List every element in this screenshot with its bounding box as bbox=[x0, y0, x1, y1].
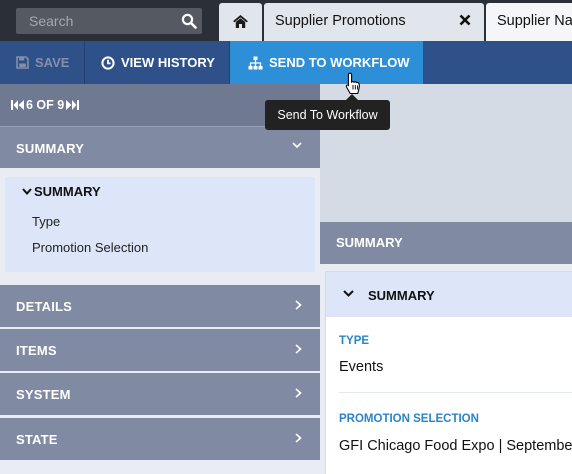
save-button[interactable]: SAVE bbox=[16, 41, 69, 84]
top-bar: Search Supplier Promotions Supplier Na bbox=[0, 0, 572, 41]
tab-supplier-name[interactable]: Supplier Na bbox=[486, 3, 572, 41]
summary-outline: SUMMARY Type Promotion Selection bbox=[5, 177, 315, 272]
search-icon[interactable] bbox=[181, 13, 197, 29]
chevron-right-icon bbox=[295, 388, 302, 398]
summary-outline-label: SUMMARY bbox=[34, 184, 101, 199]
items-section-label: ITEMS bbox=[16, 343, 57, 358]
cursor-hand-icon bbox=[345, 72, 360, 95]
tab-supplier-promotions[interactable]: Supplier Promotions bbox=[264, 3, 484, 41]
state-section-header[interactable]: STATE bbox=[0, 418, 320, 460]
chevron-down-icon bbox=[343, 290, 354, 297]
chevron-down-icon bbox=[292, 142, 302, 149]
items-section-header[interactable]: ITEMS bbox=[0, 329, 320, 371]
tooltip: Send To Workflow bbox=[265, 94, 390, 130]
outline-item-type[interactable]: Type bbox=[32, 214, 60, 229]
chevron-right-icon bbox=[295, 300, 302, 310]
summary-outline-title[interactable]: SUMMARY bbox=[22, 184, 101, 199]
promotion-selection-field-label: PROMOTION SELECTION bbox=[339, 413, 479, 425]
search-placeholder: Search bbox=[29, 13, 74, 29]
state-section-label: STATE bbox=[16, 432, 58, 447]
first-icon[interactable] bbox=[11, 100, 18, 110]
summary-card-header[interactable]: SUMMARY bbox=[326, 272, 572, 317]
save-label: SAVE bbox=[35, 55, 70, 70]
summary-section-header[interactable]: SUMMARY bbox=[0, 126, 320, 168]
close-icon[interactable] bbox=[459, 14, 471, 26]
toolbar-divider bbox=[84, 41, 85, 84]
sitemap-icon bbox=[248, 56, 263, 69]
main-summary-header: SUMMARY bbox=[320, 222, 572, 264]
toolbar: SAVE VIEW HISTORY SEND TO WORKFLOW bbox=[0, 41, 572, 84]
main-content: SUMMARY TYPE Events PROMOTION SELECTION … bbox=[320, 264, 572, 474]
system-section-label: SYSTEM bbox=[16, 387, 71, 402]
field-divider bbox=[339, 392, 572, 393]
save-icon bbox=[16, 56, 29, 69]
chevron-right-icon bbox=[295, 344, 302, 354]
send-to-workflow-button[interactable]: SEND TO WORKFLOW bbox=[230, 41, 423, 84]
view-history-button[interactable]: VIEW HISTORY bbox=[101, 41, 215, 84]
tab-label: Supplier Na bbox=[497, 13, 572, 29]
summary-card-title: SUMMARY bbox=[368, 288, 435, 303]
home-icon bbox=[233, 15, 248, 28]
details-section-label: DETAILS bbox=[16, 299, 73, 314]
outline-item-promotion-selection[interactable]: Promotion Selection bbox=[32, 240, 148, 255]
left-panel: 6 OF 9 SUMMARY SUMMARY Type Promotion Se… bbox=[0, 84, 320, 474]
clock-icon bbox=[101, 55, 115, 70]
chevron-right-icon bbox=[295, 433, 302, 443]
details-section-header[interactable]: DETAILS bbox=[0, 285, 320, 327]
type-field-value: Events bbox=[339, 359, 384, 375]
home-tab[interactable] bbox=[219, 3, 262, 41]
search-input[interactable]: Search bbox=[16, 8, 202, 34]
main-summary-label: SUMMARY bbox=[336, 235, 403, 250]
summary-card: SUMMARY TYPE Events PROMOTION SELECTION … bbox=[325, 271, 572, 474]
view-history-label: VIEW HISTORY bbox=[121, 55, 215, 70]
chevron-down-icon bbox=[22, 188, 32, 195]
system-section-header[interactable]: SYSTEM bbox=[0, 373, 320, 415]
prev-icon[interactable] bbox=[18, 100, 24, 110]
summary-section-label: SUMMARY bbox=[16, 141, 85, 156]
tab-label: Supplier Promotions bbox=[275, 13, 406, 29]
send-to-workflow-label: SEND TO WORKFLOW bbox=[269, 55, 410, 70]
promotion-selection-field-value: GFI Chicago Food Expo | September bbox=[339, 438, 572, 454]
type-field-label: TYPE bbox=[339, 335, 370, 347]
record-position: 6 OF 9 bbox=[26, 98, 65, 112]
last-icon[interactable] bbox=[72, 100, 80, 110]
